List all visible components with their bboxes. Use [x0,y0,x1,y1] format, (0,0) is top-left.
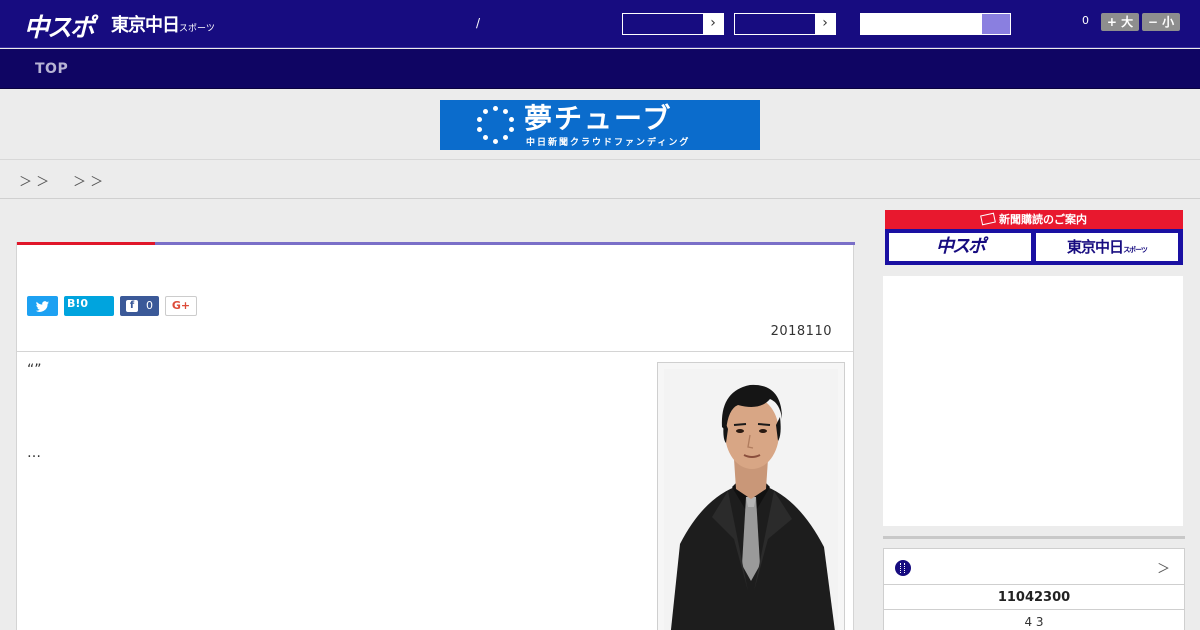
newspaper-icon [980,212,996,226]
article-body-quote: “” [27,362,42,378]
chevron-right-icon: › [815,14,835,34]
facebook-share-button[interactable]: f 0 [120,296,159,316]
font-size-decrease-button[interactable]: − 小 [1142,13,1180,31]
subscribe-chunichi-sports-button[interactable]: 中スポ [889,233,1031,261]
yume-tube-banner[interactable]: 夢チューブ 中日新聞クラウドファンディング [440,100,760,150]
site-search [860,13,1011,35]
tokyo-chunichi-logo-text: 東京中日 [111,15,180,36]
hatena-bookmark-button[interactable]: B!0 [64,296,114,316]
article-date: 2018110 [770,324,832,339]
category-select-2[interactable]: › [734,13,836,35]
widget-game-date: 11042300 [884,586,1184,610]
facebook-icon: f [126,300,138,312]
article-photo[interactable] [657,362,845,630]
article-body-ellipsis: … [27,445,41,461]
widget-game-score: 4 3 [1024,615,1044,629]
breadcrumb: ＞ ＞ ＞ ＞ [0,161,1200,199]
sidebar-divider [883,536,1185,539]
breadcrumb-separator-2: ＞ ＞ [73,175,104,190]
subscribe-tokyo-chunichi-button[interactable]: 東京中日スポーツ [1036,233,1178,261]
twitter-share-button[interactable] [27,296,58,316]
breadcrumb-separator-1: ＞ ＞ [19,175,50,190]
baseball-icon [895,560,911,576]
font-size-increase-button[interactable]: + 大 [1101,13,1139,31]
top-header: 中スポ 東京中日スポーツ / › › 0 + 大 − 小 [0,0,1200,48]
subscribe-tokyo-chunichi-small: スポーツ [1123,246,1148,254]
subscribe-tokyo-chunichi-text: 東京中日 [1067,238,1124,256]
widget-more-link[interactable]: ＞ [1157,558,1170,577]
banner-dots-icon [476,106,516,146]
widget-header[interactable]: ＞ [884,549,1184,585]
tokyo-chunichi-logo-small: スポーツ [179,24,215,34]
category-select-1[interactable]: › [622,13,724,35]
search-button[interactable] [982,14,1010,34]
hatena-bookmark-label: B!0 [67,297,89,310]
twitter-icon [35,301,49,312]
article-card: B!0 f 0 G+ 2018110 “” … [16,242,855,630]
chunichi-sports-logo[interactable]: 中スポ [24,8,95,44]
search-input[interactable] [861,14,982,34]
tokyo-chunichi-sports-logo[interactable]: 東京中日スポーツ [111,11,215,37]
portrait-image [664,369,838,630]
article-top-accent [17,242,155,245]
subscription-header-text: 新聞購読のご案内 [999,213,1087,226]
sidebar-ad-slot[interactable] [883,276,1183,526]
font-size-indicator: 0 [1082,14,1089,27]
subscription-header[interactable]: 新聞購読のご案内 [885,210,1183,229]
baseball-score-widget: ＞ 11042300 4 3 [883,548,1185,630]
banner-title: 夢チューブ [524,102,673,135]
header-slash: / [476,16,481,30]
main-nav: TOP [0,49,1200,89]
facebook-share-count: 0 [146,299,153,312]
article-divider [17,351,853,352]
banner-area: 夢チューブ 中日新聞クラウドファンディング [0,90,1200,160]
newspaper-subscription-box: 新聞購読のご案内 中スポ 東京中日スポーツ [885,210,1183,265]
chevron-right-icon: › [703,14,723,34]
banner-subtitle: 中日新聞クラウドファンディング [526,138,691,148]
google-plus-share-button[interactable]: G+ [165,296,197,316]
nav-item-top[interactable]: TOP [35,61,68,77]
